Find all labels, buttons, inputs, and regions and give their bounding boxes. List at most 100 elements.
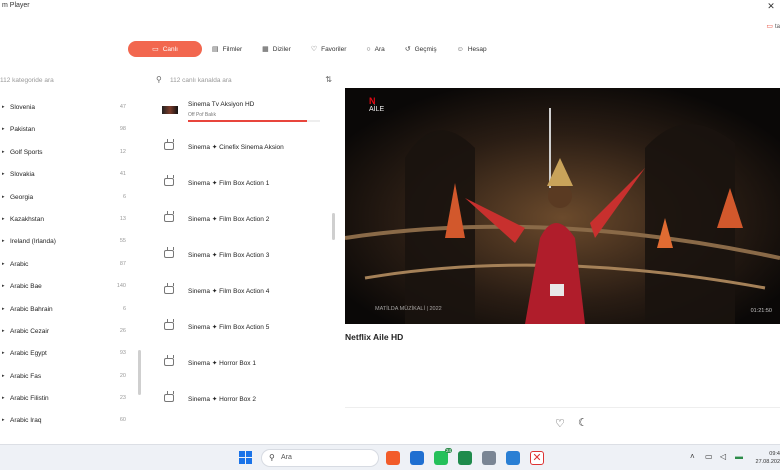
dark-mode-icon[interactable]: ☾ [578, 416, 588, 429]
category-list: ▸ Slovenia 47 ▸ Pakistan 98 ▸ Golf Sports 12 ▸ Slo… [0, 98, 140, 434]
channel-search-placeholder: 112 canlı kanalda ara [170, 77, 232, 84]
channel-item[interactable]: Sinema Tv Aksiyon HD Off Pof Balık [154, 94, 334, 130]
nav-tab-label: Filmler [222, 45, 243, 53]
bullet-icon: ▸ [2, 193, 5, 200]
bullet-icon: ▸ [2, 148, 5, 155]
category-item[interactable]: ▸ Arabic Iraq 60 [0, 411, 140, 433]
channel-item[interactable]: Sinema ✦ Film Box Action 1 [154, 166, 334, 202]
tv-icon [164, 214, 174, 222]
film-icon: ▤ [212, 46, 219, 53]
top-right-link[interactable]: ▭ ta [766, 22, 780, 30]
app-window: m Player ✕ ▭ ta ▭ Canlı ▤ Filmler ▦ Diziler ♡ Fa… [0, 0, 780, 444]
search-icon: ○ [366, 45, 371, 53]
nav-tab-2[interactable]: ▦ Diziler [252, 41, 301, 57]
nav-tab-1[interactable]: ▤ Filmler [202, 41, 252, 57]
clock-date: 27.08.202 [755, 459, 780, 465]
excel-icon[interactable] [458, 451, 472, 465]
volume-icon[interactable]: ◁ [720, 452, 726, 461]
category-item[interactable]: ▸ Kazakhstan 13 [0, 210, 140, 232]
channel-item[interactable]: Sinema ✦ Horror Box 2 [154, 382, 334, 418]
category-name: Arabic Bae [10, 283, 42, 291]
category-item[interactable]: ▸ Slovenia 47 [0, 98, 140, 120]
whatsapp-icon[interactable]: 24 [434, 448, 452, 465]
channel-name: Sinema ✦ Horror Box 1 [188, 360, 256, 367]
channel-item[interactable]: Sinema ✦ Film Box Action 4 [154, 274, 334, 310]
category-search-input[interactable]: 112 kategoride ara [0, 76, 140, 88]
sort-icon[interactable]: ⇅ [325, 75, 332, 84]
close-icon[interactable]: ✕ [764, 0, 778, 12]
category-item[interactable]: ▸ Arabic Bae 140 [0, 277, 140, 299]
windows-start-icon[interactable] [239, 451, 252, 464]
category-name: Arabic Egypt [10, 350, 47, 358]
category-count: 26 [119, 327, 126, 334]
monitor-icon[interactable]: ▭ [705, 452, 713, 461]
category-item[interactable]: ▸ Ireland (Irlanda) 55 [0, 232, 140, 254]
channel-item[interactable]: Sinema ✦ Film Box Action 5 [154, 310, 334, 346]
category-count: 55 [119, 238, 126, 245]
tv-icon [164, 178, 174, 186]
window-title: m Player [2, 2, 30, 9]
channel-program: Off Pof Balık [188, 112, 216, 118]
category-count: 20 [119, 372, 126, 379]
search-icon: ⚲ [269, 453, 275, 462]
channel-list: Sinema Tv Aksiyon HD Off Pof Balık Sinema … [154, 94, 334, 418]
nav-tab-4[interactable]: ○ Ara [356, 41, 394, 57]
brave-browser-icon[interactable] [386, 451, 400, 465]
category-item[interactable]: ▸ Arabic Fas 20 [0, 367, 140, 389]
category-item[interactable]: ▸ Arabic Bahrain 6 [0, 300, 140, 322]
nav-tab-6[interactable]: ☺ Hesap [447, 41, 497, 57]
category-name: Arabic [10, 260, 29, 268]
taskbar-search-input[interactable]: ⚲ Ara [261, 449, 379, 467]
category-item[interactable]: ▸ Pakistan 98 [0, 120, 140, 142]
channel-search-input[interactable]: ⚲ 112 canlı kanalda ara ⇅ [154, 74, 334, 88]
playback-time: 01:21:50 [750, 308, 772, 314]
outlook-icon[interactable] [410, 451, 424, 465]
notepad-icon[interactable] [506, 451, 520, 465]
favorite-heart-icon[interactable]: ♡ [555, 417, 565, 430]
category-name: Arabic Filistin [10, 395, 49, 403]
video-player[interactable]: N AİLE MATİLDA MÜZİKALİ | 2022 01:21:50 [345, 88, 780, 324]
nav-tab-3[interactable]: ♡ Favoriler [301, 41, 357, 57]
channel-item[interactable]: Sinema ✦ Horror Box 1 [154, 346, 334, 382]
category-item[interactable]: ▸ Arabic 87 [0, 255, 140, 277]
nav-tab-5[interactable]: ↺ Geçmiş [395, 41, 447, 57]
title-bar: m Player ✕ [0, 0, 780, 14]
nav-tab-0[interactable]: ▭ Canlı [128, 41, 202, 57]
category-count: 98 [119, 126, 126, 133]
category-count: 6 [122, 193, 126, 200]
bullet-icon: ▸ [2, 327, 5, 334]
category-name: Arabic Cezair [10, 327, 50, 335]
channel-name: Sinema Tv Aksiyon HD [188, 101, 255, 108]
tv-icon: ▭ [152, 46, 159, 53]
system-clock[interactable]: 09:4 27.08.202 [756, 450, 780, 466]
bullet-icon: ▸ [2, 395, 5, 402]
category-name: Kazakhstan [10, 215, 44, 223]
nav-tab-label: Diziler [272, 45, 291, 53]
category-item[interactable]: ▸ Georgia 6 [0, 188, 140, 210]
category-item[interactable]: ▸ Arabic Egypt 93 [0, 344, 140, 366]
channel-logo-text: AİLE [369, 106, 385, 113]
bullet-icon: ▸ [2, 372, 5, 379]
user-icon: ☺ [456, 45, 464, 53]
channel-scrollbar[interactable] [332, 213, 335, 240]
category-count: 12 [119, 148, 126, 155]
category-item[interactable]: ▸ Arabic Filistin 23 [0, 389, 140, 411]
channel-item[interactable]: Sinema ✦ Cinefix Sinema Aksion [154, 130, 334, 166]
player-app-icon[interactable]: ✕ [530, 451, 544, 465]
category-count: 23 [119, 395, 126, 402]
bullet-icon: ▸ [2, 417, 5, 424]
category-item[interactable]: ▸ Slovakia 41 [0, 165, 140, 187]
channel-item[interactable]: Sinema ✦ Film Box Action 3 [154, 238, 334, 274]
category-name: Arabic Fas [10, 372, 42, 380]
category-item[interactable]: ▸ Arabic Cezair 26 [0, 322, 140, 344]
channel-item[interactable]: Sinema ✦ Film Box Action 2 [154, 202, 334, 238]
category-item[interactable]: ▸ Golf Sports 12 [0, 143, 140, 165]
tv-icon [164, 394, 174, 402]
bullet-icon: ▸ [2, 215, 5, 222]
bullet-icon: ▸ [2, 350, 5, 357]
battery-icon[interactable]: ▬ [735, 452, 743, 461]
category-scrollbar[interactable] [138, 350, 141, 395]
program-watermark: MATİLDA MÜZİKALİ | 2022 [375, 306, 442, 312]
chevron-up-icon[interactable]: ˄ [690, 452, 695, 461]
app-icon[interactable] [482, 451, 496, 465]
